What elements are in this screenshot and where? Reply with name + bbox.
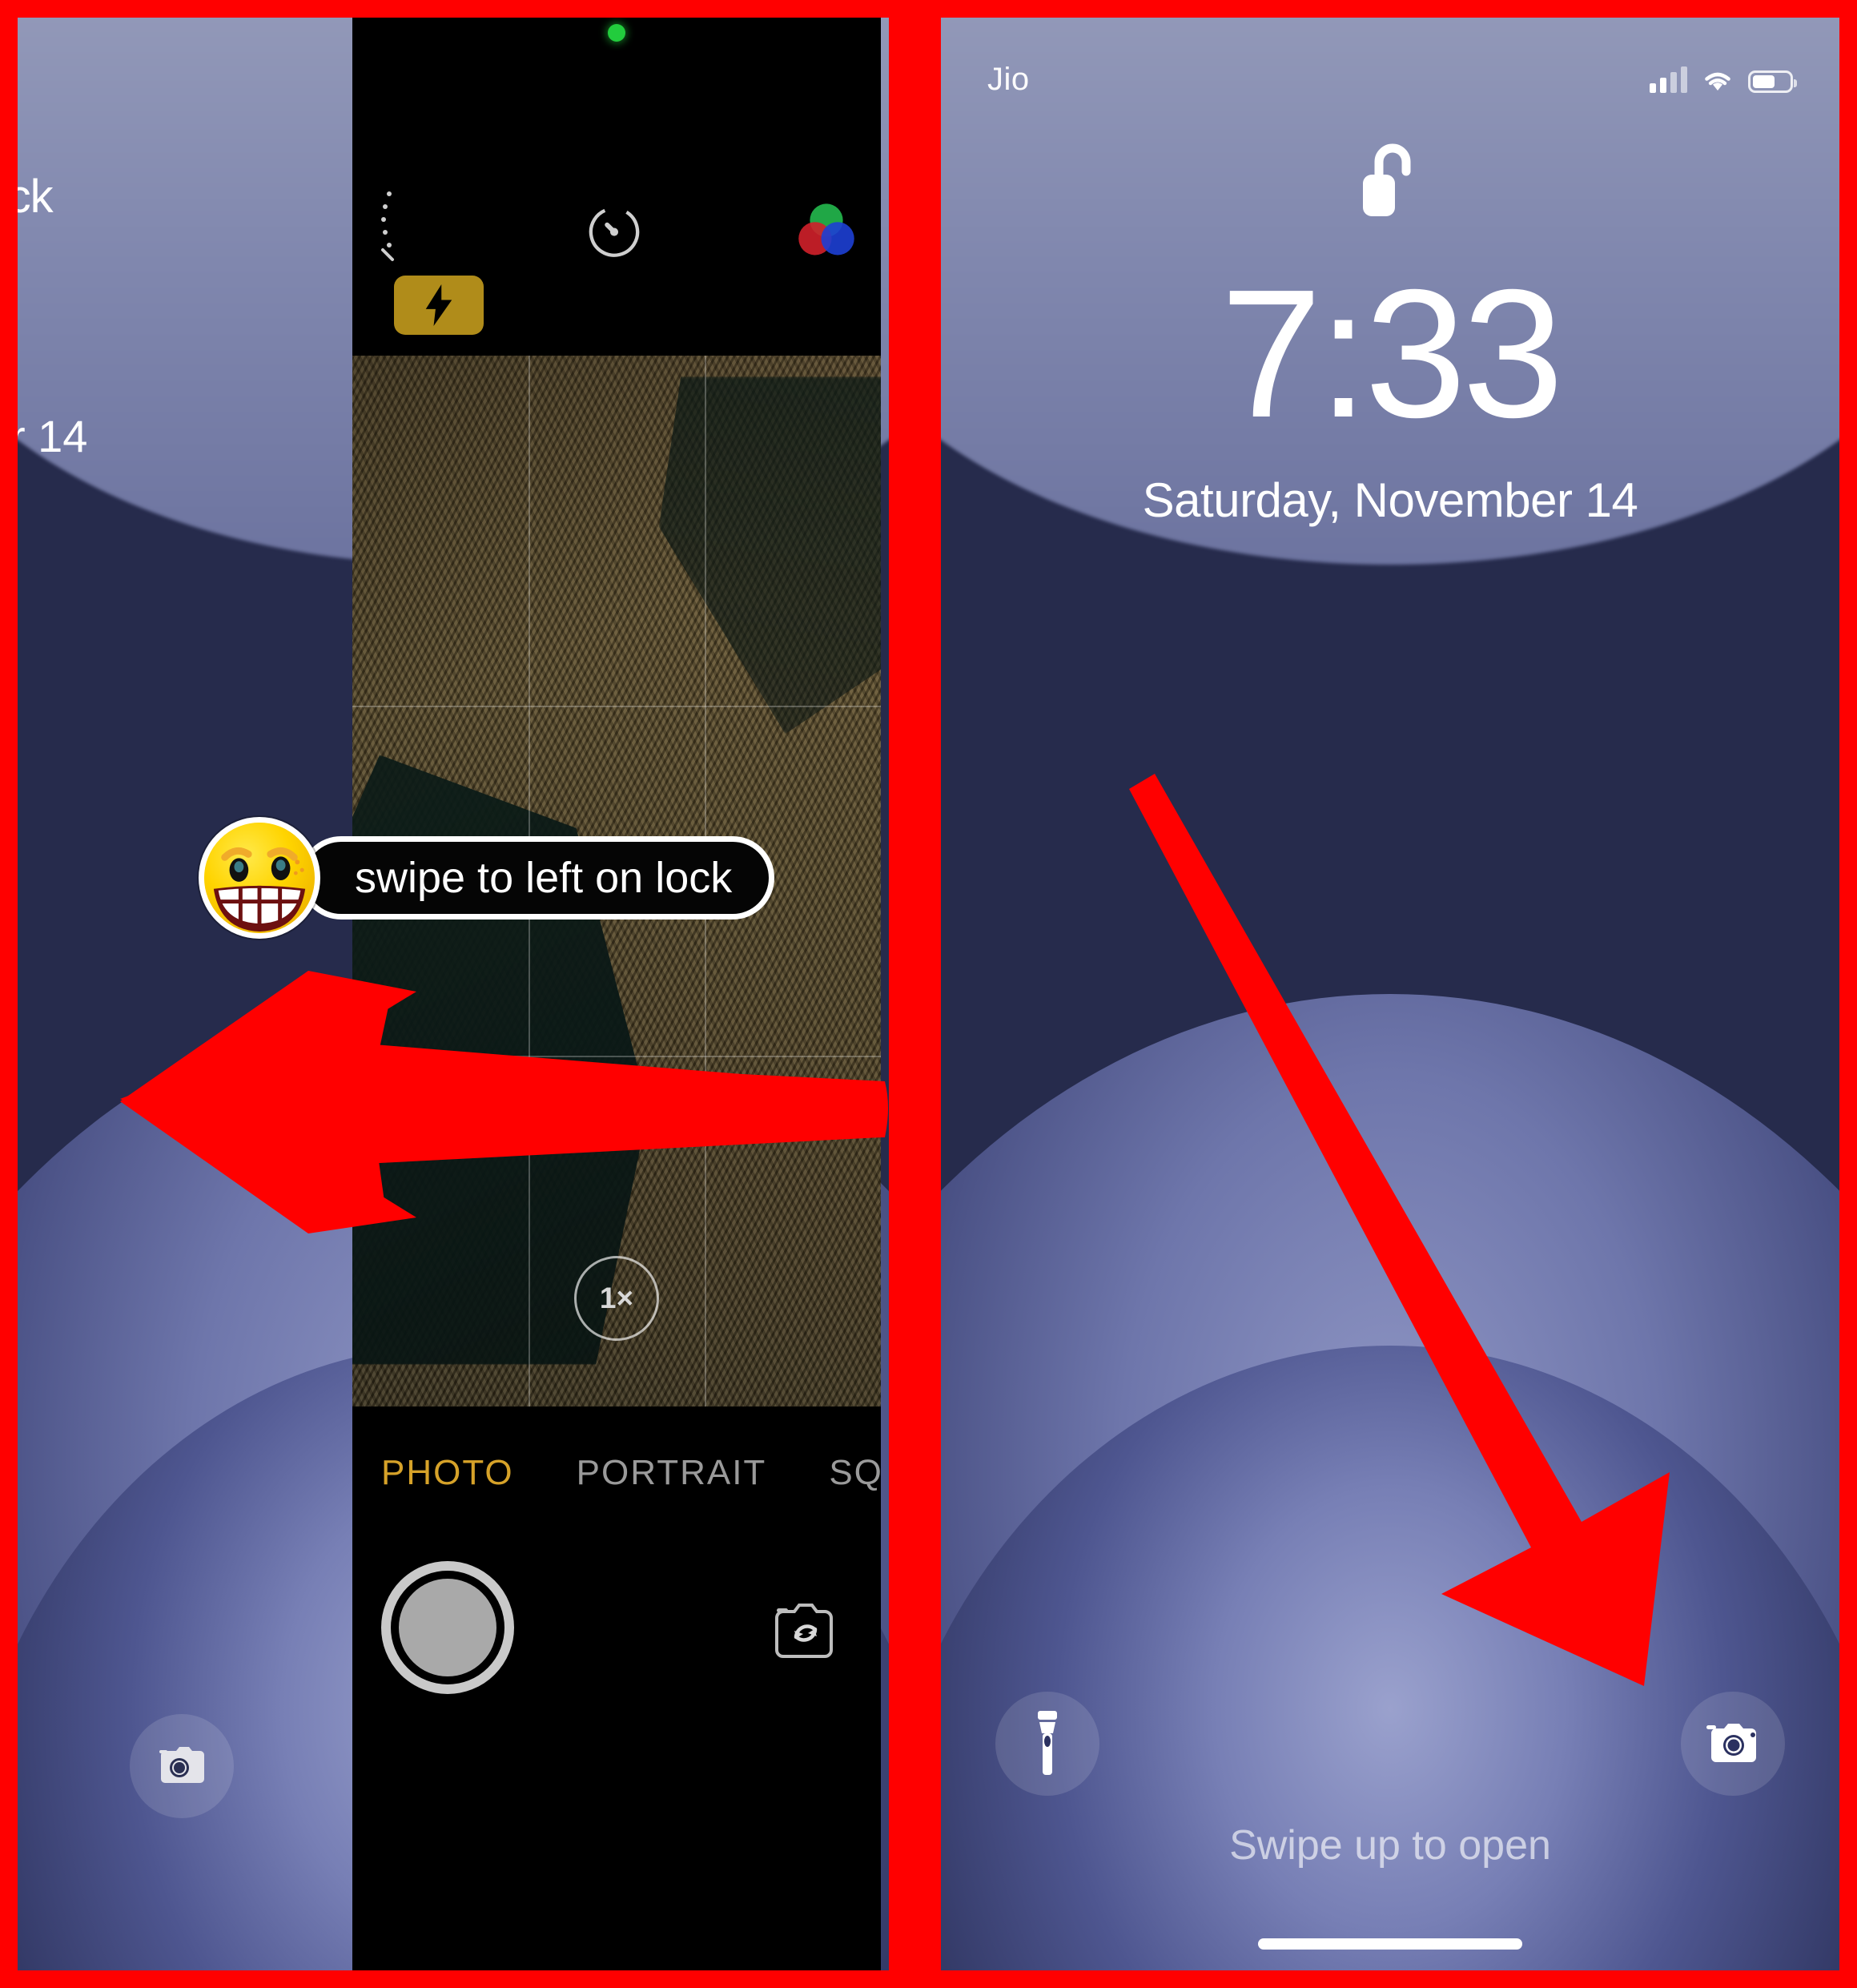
flashlight-quick-action[interactable] [995,1692,1099,1796]
date-left: mber 14 [18,410,88,461]
camera-icon [159,1747,204,1783]
flash-bolt-icon [425,284,452,326]
home-indicator-right[interactable] [1258,1938,1522,1950]
date-right: Saturday, November 14 [1142,473,1638,527]
camera-top-controls [352,183,881,277]
flash-toggle-button[interactable] [394,276,484,335]
clock-left: 4 [18,241,340,405]
flip-camera-icon[interactable] [767,1599,844,1664]
camera-mode-selector[interactable]: PHOTO PORTRAIT SQUA [352,1453,881,1493]
camera-mode-portrait[interactable]: PORTRAIT [577,1453,767,1493]
grinning-face-icon [199,817,320,939]
flashlight-icon [1038,1711,1057,1775]
screenshot-stage: unlock 4 mber 14 [0,0,1857,1988]
cellular-signal-icon [1650,66,1687,93]
preview-shadow-2 [658,376,881,734]
swipe-up-hint: Swipe up to open [1229,1822,1551,1869]
shutter-button[interactable] [381,1561,514,1694]
right-phone-screen: Jio 7:33 Saturday, November 14 Swipe up … [941,18,1839,1970]
clock-right: 7:33 [1220,252,1564,456]
unlocked-padlock-icon [1363,143,1411,216]
wifi-icon [1705,72,1730,91]
carrier-label-right: Jio [987,61,1030,97]
grid-line-horizontal [352,1055,881,1057]
timer-icon[interactable] [584,199,645,260]
grid-line-horizontal [352,705,881,707]
battery-icon [1748,70,1797,93]
camera-quick-action-left[interactable] [130,1714,234,1818]
color-filters-icon[interactable] [796,199,857,260]
camera-bottom-bar: PHOTO PORTRAIT SQUA [352,1406,881,1970]
zoom-level-button[interactable]: 1× [574,1256,659,1341]
status-bar-right: Jio [941,18,1839,106]
camera-quick-action-right[interactable] [1681,1692,1785,1796]
unlock-label-left: unlock [18,171,54,223]
camera-active-indicator-icon [608,24,625,42]
wallpaper-sphere [941,1345,1839,1970]
camera-icon [1706,1724,1756,1762]
instruction-callout: swipe to left on lock [199,817,775,939]
camera-top-bar [352,18,881,356]
callout-text: swipe to left on lock [299,836,775,920]
lock-text-left: unlock 4 mber 14 [18,170,340,462]
chevron-dial-icon [381,191,394,261]
camera-app-strip: 1× PHOTO PORTRAIT SQUA [352,18,881,1970]
lock-screen-center: 7:33 Saturday, November 14 [941,138,1839,528]
status-icons-right [1650,66,1797,93]
camera-mode-photo[interactable]: PHOTO [381,1453,514,1493]
camera-mode-square[interactable]: SQUA [829,1453,881,1493]
